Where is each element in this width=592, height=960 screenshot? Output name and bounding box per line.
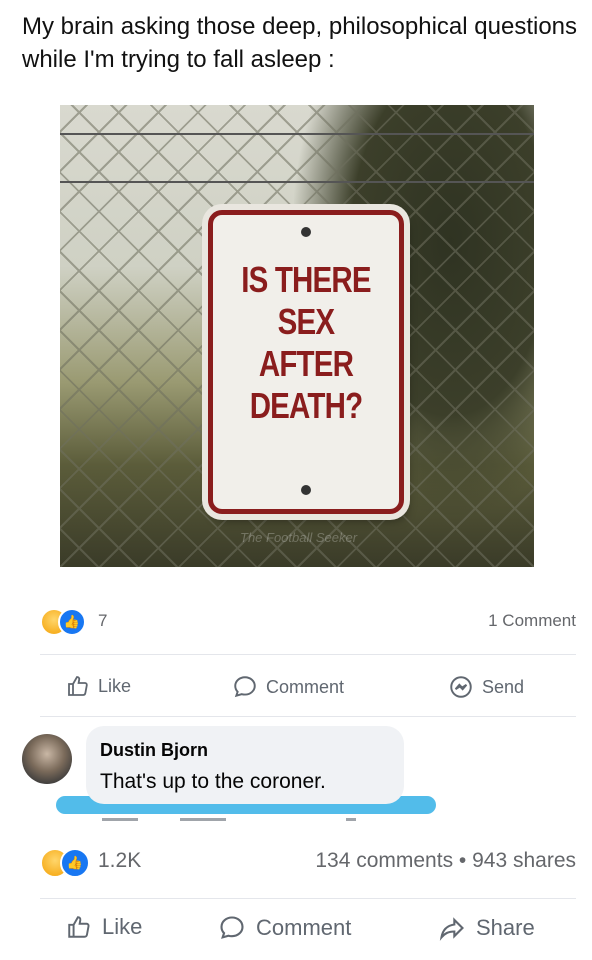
sign-bolt (301, 485, 311, 495)
outer-reaction-row: 👍 1.2K 134 comments • 943 shares (40, 846, 576, 878)
share-button[interactable]: Share (438, 914, 535, 942)
sign-line: AFTER (258, 343, 354, 384)
outer-reaction-count[interactable]: 1.2K (98, 849, 141, 873)
share-arrow-icon (439, 917, 464, 941)
avatar[interactable] (22, 734, 72, 784)
like-button[interactable]: Like (66, 674, 131, 698)
comment-label: Comment (266, 676, 345, 697)
sign-line: IS THERE (241, 259, 371, 300)
comment-actions-cropped (100, 814, 400, 828)
reaction-count[interactable]: 7 (98, 611, 107, 631)
comment-button[interactable]: Comment (232, 674, 344, 700)
like-icon: 👍 (60, 848, 90, 878)
comment-bubble: Dustin Bjorn That's up to the coroner. (86, 726, 404, 804)
comment-author[interactable]: Dustin Bjorn (100, 740, 208, 761)
outer-comment-label: Comment (256, 915, 352, 940)
post-photo[interactable]: IS THERE SEX AFTER DEATH? The Football S… (60, 105, 534, 567)
divider (40, 898, 576, 899)
outer-comment-button[interactable]: Comment (218, 914, 351, 942)
share-label: Share (476, 915, 535, 940)
sign-line: SEX (277, 301, 335, 342)
barbed-wire (60, 181, 534, 183)
post-caption: My brain asking those deep, philosophica… (22, 13, 578, 73)
send-label: Send (482, 676, 525, 697)
inner-reaction-row: 👍 7 1 Comment (40, 608, 576, 636)
sign-line: DEATH? (249, 385, 363, 426)
comment-icon (220, 916, 244, 939)
comment-text: That's up to the coroner. (100, 770, 326, 793)
divider (40, 654, 576, 655)
barbed-wire (60, 133, 534, 135)
comments-shares[interactable]: 134 comments • 943 shares (315, 849, 576, 873)
messenger-icon (450, 676, 472, 698)
watermark: The Football Seeker (240, 530, 358, 545)
like-label: Like (98, 675, 132, 696)
thumbs-up-icon (68, 916, 90, 938)
outer-like-label: Like (102, 914, 143, 939)
send-button[interactable]: Send (448, 674, 524, 700)
comment-count[interactable]: 1 Comment (488, 611, 576, 631)
like-icon: 👍 (58, 608, 86, 636)
divider (40, 716, 576, 717)
street-sign: IS THERE SEX AFTER DEATH? (208, 210, 404, 514)
sign-bolt (301, 227, 311, 237)
sign-text: IS THERE SEX AFTER DEATH? (230, 259, 383, 427)
outer-like-button[interactable]: Like (66, 914, 142, 940)
thumbs-up-icon (68, 676, 88, 696)
comment-icon (234, 676, 256, 698)
